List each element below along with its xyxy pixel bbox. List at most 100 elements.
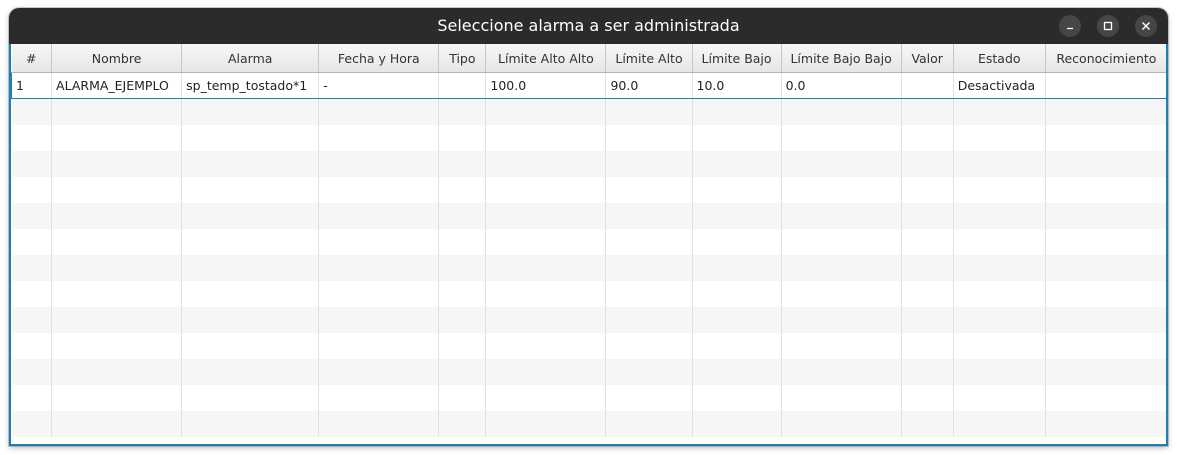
- table-cell: [692, 306, 782, 333]
- empty-table-row: [11, 202, 1166, 229]
- table-cell: [781, 202, 902, 229]
- column-header[interactable]: Límite Alto Alto: [485, 44, 607, 73]
- table-cell: [181, 150, 320, 177]
- column-header[interactable]: Límite Alto: [605, 44, 693, 73]
- column-header[interactable]: #: [11, 44, 53, 73]
- table-cell: [181, 124, 320, 151]
- table-cell: [901, 254, 954, 281]
- empty-table-row: [11, 280, 1166, 307]
- table-cell: [318, 254, 440, 281]
- empty-table-row: [11, 254, 1166, 281]
- table-cell: [438, 150, 487, 177]
- table-cell: [11, 280, 53, 307]
- table-cell: [51, 124, 183, 151]
- table-cell: [438, 410, 487, 437]
- table-cell: [781, 254, 902, 281]
- column-header[interactable]: Tipo: [438, 44, 487, 73]
- column-header[interactable]: Límite Bajo Bajo: [781, 44, 902, 73]
- table-cell: [953, 280, 1046, 307]
- table-cell: [901, 98, 954, 125]
- minimize-button[interactable]: [1059, 15, 1081, 37]
- table-cell: [605, 228, 693, 255]
- alarm-select-window: Seleccione alarma a ser administrada # N…: [9, 8, 1168, 446]
- table-cell: [692, 150, 782, 177]
- table-cell: [51, 228, 183, 255]
- table-cell: [181, 306, 320, 333]
- table-cell: [953, 384, 1046, 411]
- table-cell: [1045, 150, 1166, 177]
- table-cell: [181, 358, 320, 385]
- table-cell: [11, 254, 53, 281]
- table-cell: [605, 124, 693, 151]
- table-cell: [181, 98, 320, 125]
- table-cell: [318, 280, 440, 307]
- table-cell: [692, 280, 782, 307]
- table-cell: [318, 228, 440, 255]
- column-header[interactable]: Nombre: [51, 44, 183, 73]
- table-cell: [51, 176, 183, 203]
- table-cell: [485, 332, 607, 359]
- table-cell: [953, 98, 1046, 125]
- table-cell: [901, 124, 954, 151]
- table-cell: [438, 176, 487, 203]
- table-cell: [438, 358, 487, 385]
- column-header[interactable]: Reconocimiento: [1045, 44, 1166, 73]
- table-cell: [318, 124, 440, 151]
- column-header[interactable]: Fecha y Hora: [318, 44, 440, 73]
- table-cell: -: [318, 72, 440, 99]
- table-cell: [181, 410, 320, 437]
- table-cell: [51, 150, 183, 177]
- table-cell: [781, 228, 902, 255]
- table-cell: [953, 176, 1046, 203]
- table-cell: [181, 254, 320, 281]
- table-cell: [605, 254, 693, 281]
- table-cell: [438, 98, 487, 125]
- table-row[interactable]: 1 ALARMA_EJEMPLO sp_temp_tostado*1- 100.0 90…: [11, 72, 1166, 99]
- table-cell: [181, 228, 320, 255]
- table-cell: [318, 410, 440, 437]
- table-cell: [318, 150, 440, 177]
- table-cell: [605, 306, 693, 333]
- column-header[interactable]: Límite Bajo: [692, 44, 782, 73]
- empty-table-row: [11, 124, 1166, 151]
- maximize-button[interactable]: [1097, 15, 1119, 37]
- table-cell: [781, 306, 902, 333]
- column-header[interactable]: Valor: [901, 44, 954, 73]
- table-cell: [953, 202, 1046, 229]
- maximize-icon: [1103, 21, 1113, 31]
- table-cell: 10.0: [692, 72, 782, 99]
- column-header[interactable]: Estado: [953, 44, 1046, 73]
- table-cell: [318, 332, 440, 359]
- table-cell: [11, 384, 53, 411]
- table-cell: [318, 202, 440, 229]
- table-cell: [318, 358, 440, 385]
- column-header[interactable]: Alarma: [181, 44, 320, 73]
- table-cell: [953, 124, 1046, 151]
- table-cell: [605, 176, 693, 203]
- table-cell: [692, 202, 782, 229]
- table-body: 1 ALARMA_EJEMPLO sp_temp_tostado*1- 100.0 90…: [11, 72, 1166, 437]
- empty-table-row: [11, 332, 1166, 359]
- minimize-icon: [1067, 27, 1073, 30]
- empty-table-row: [11, 176, 1166, 203]
- table-cell: [181, 280, 320, 307]
- table-cell: [11, 176, 53, 203]
- table-cell: [181, 202, 320, 229]
- alarm-table-area[interactable]: # Nombre Alarma Fecha y Hora Tipo Límite Alto…: [9, 44, 1168, 446]
- table-cell: [438, 306, 487, 333]
- table-cell: [605, 332, 693, 359]
- table-cell: [781, 124, 902, 151]
- title-bar[interactable]: Seleccione alarma a ser administrada: [9, 8, 1168, 44]
- table-cell: [605, 150, 693, 177]
- table-cell: [901, 358, 954, 385]
- table-cell: [1045, 72, 1166, 99]
- close-button[interactable]: [1135, 15, 1157, 37]
- empty-table-row: [11, 384, 1166, 411]
- table-cell: [953, 254, 1046, 281]
- table-cell: [11, 228, 53, 255]
- table-cell: [11, 124, 53, 151]
- table-cell: [901, 306, 954, 333]
- table-cell: [51, 280, 183, 307]
- table-cell: [181, 332, 320, 359]
- empty-table-row: [11, 98, 1166, 125]
